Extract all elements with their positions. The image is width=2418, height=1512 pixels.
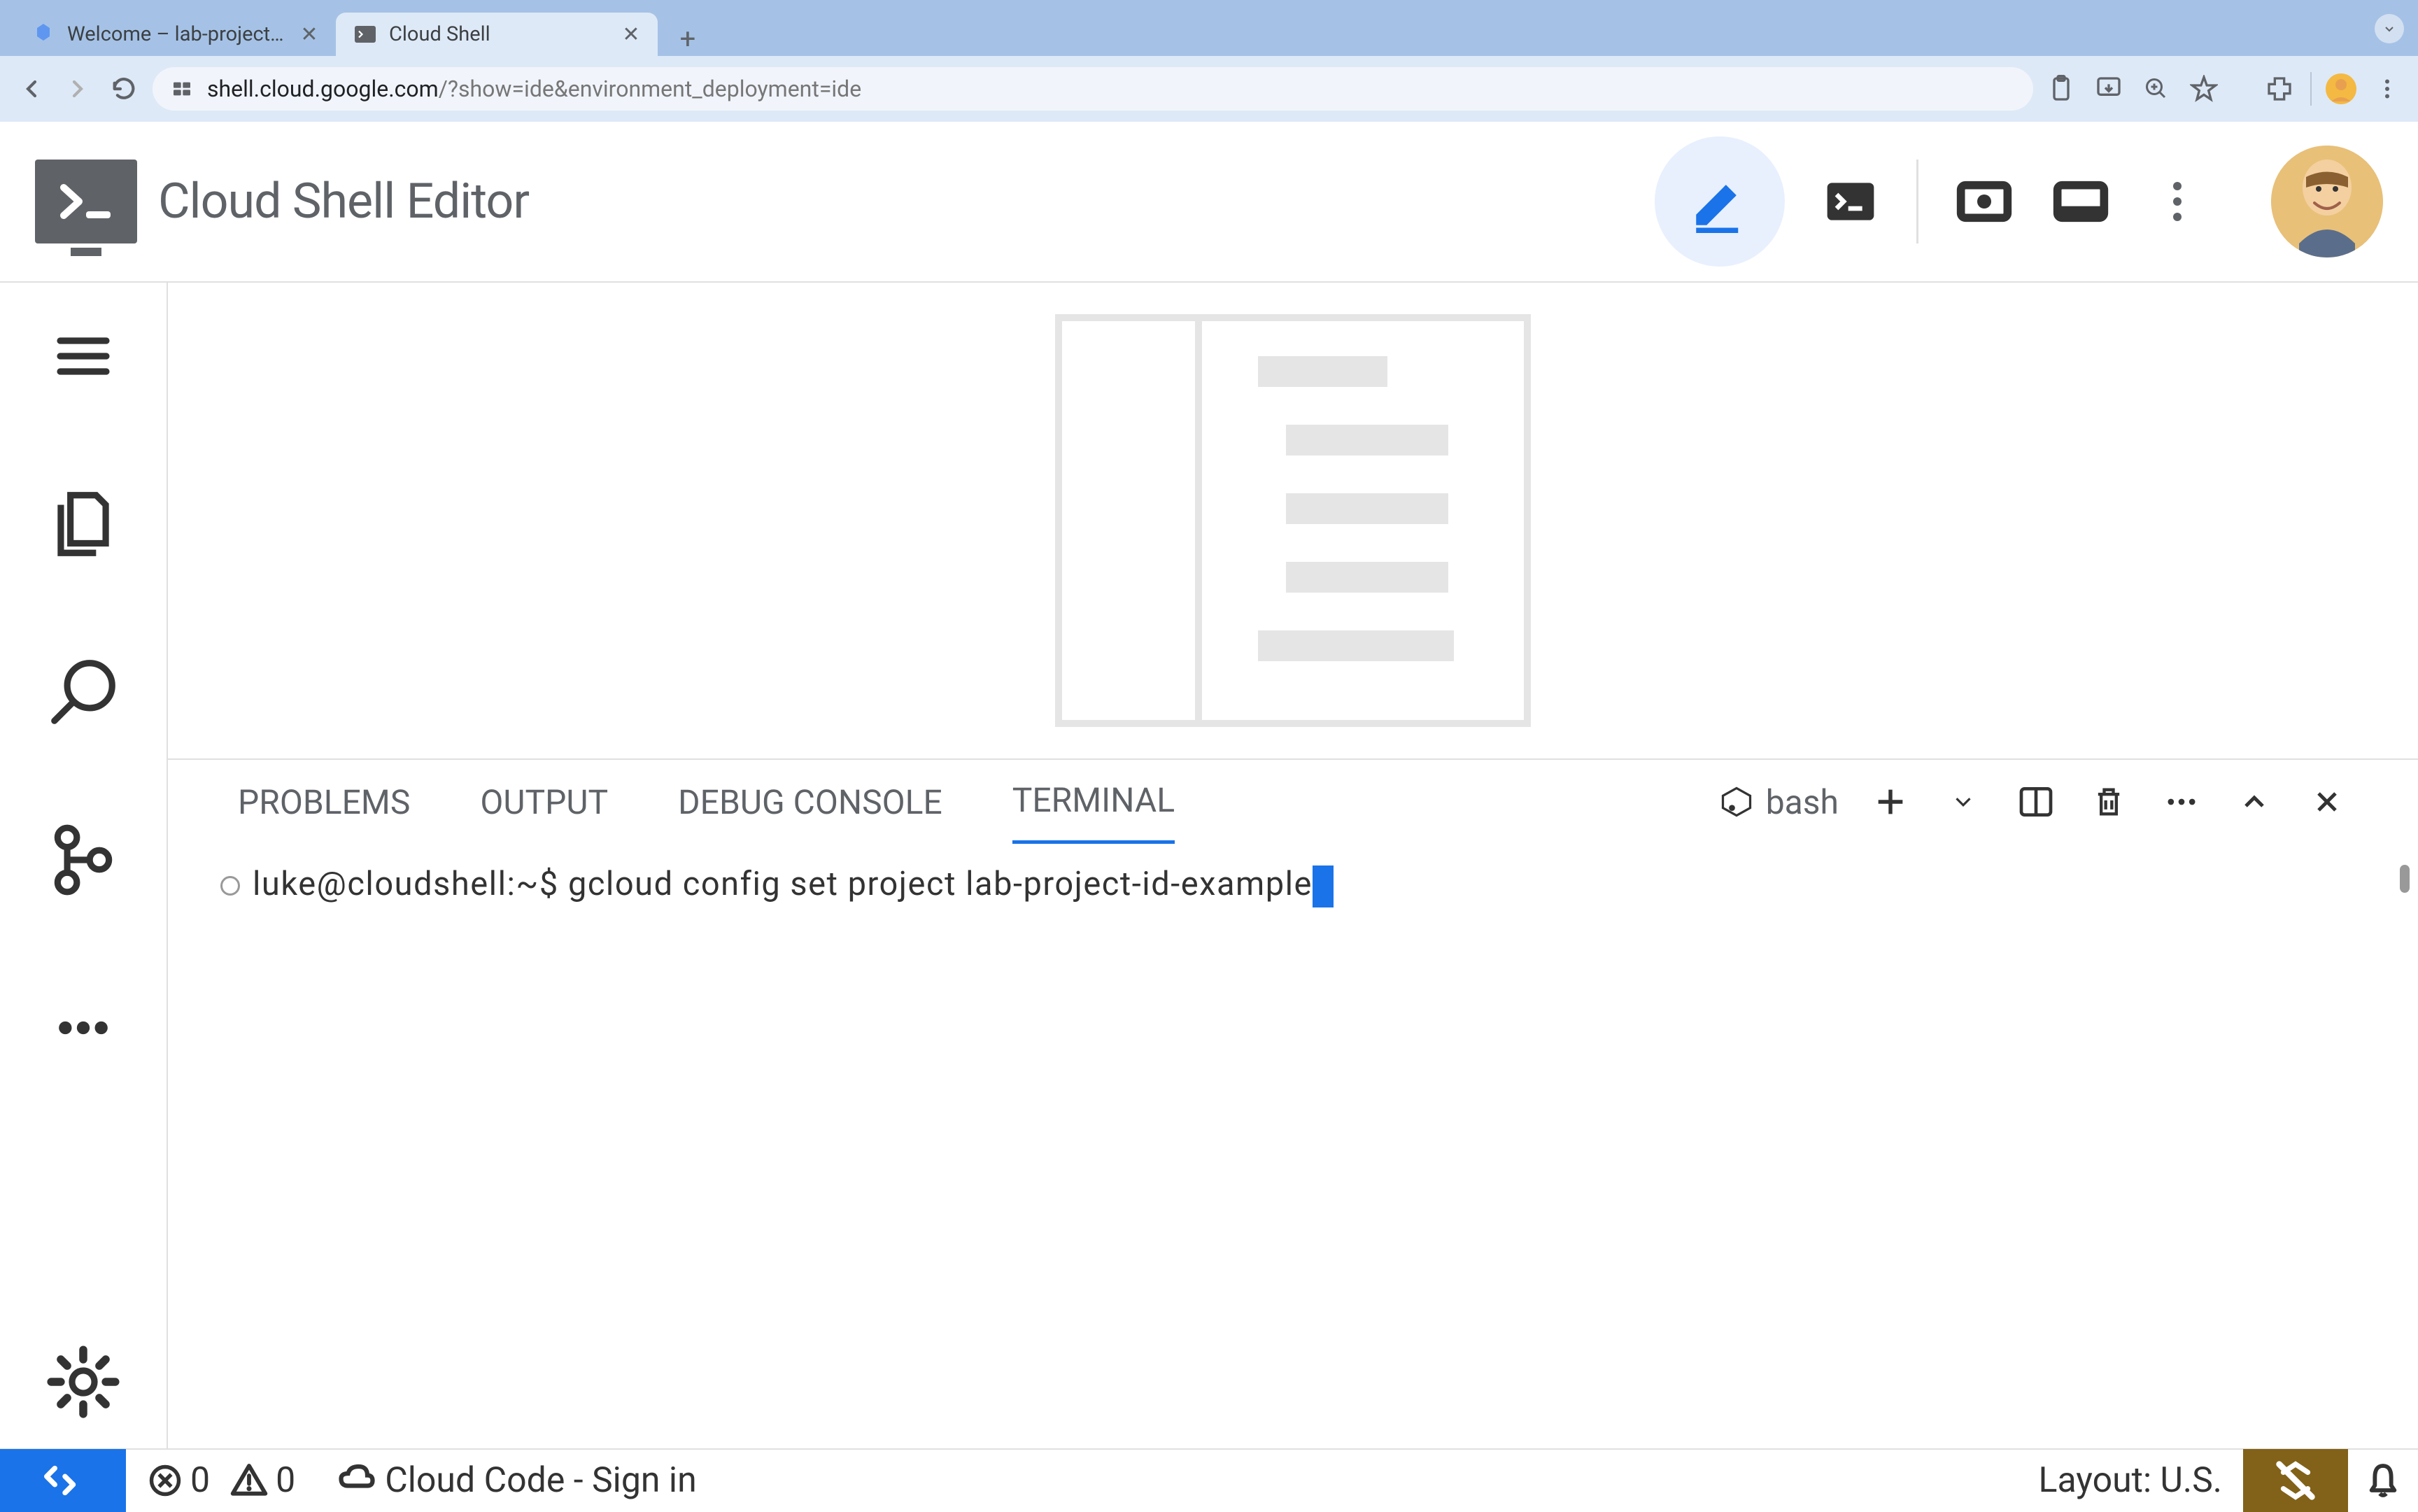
tab-debug-console[interactable]: DEBUG CONSOLE: [678, 760, 942, 844]
tab-problems[interactable]: PROBLEMS: [238, 760, 410, 844]
header-actions: [1655, 136, 2383, 267]
cloud-shell-header: Cloud Shell Editor: [0, 122, 2418, 283]
editor-area: PROBLEMS OUTPUT DEBUG CONSOLE TERMINAL b…: [0, 283, 2418, 1448]
explorer-icon[interactable]: [45, 486, 122, 563]
tab-title: Cloud Shell: [389, 22, 610, 46]
terminal-status-icon: [220, 876, 240, 896]
tab-welcome[interactable]: Welcome – lab-project-id-ex ✕: [14, 13, 336, 56]
sync-off-badge[interactable]: [2243, 1449, 2348, 1512]
terminal-body[interactable]: luke@cloudshell:~$ gcloud config set pro…: [168, 844, 2418, 1448]
browser-tab-bar: Welcome – lab-project-id-ex ✕ Cloud Shel…: [0, 0, 2418, 56]
status-items-right: Layout: U.S.: [2039, 1449, 2418, 1512]
cloud-shell-logo[interactable]: Cloud Shell Editor: [35, 160, 529, 243]
cloud-code-signin[interactable]: Cloud Code - Sign in: [336, 1460, 696, 1502]
google-cloud-favicon: [31, 22, 56, 47]
more-sidebar-icon[interactable]: [45, 989, 122, 1066]
profile-avatar-large[interactable]: [2271, 146, 2383, 257]
terminal-dropdown-icon[interactable]: [1942, 781, 1984, 823]
terminal-cursor: [1313, 865, 1334, 907]
shell-type-label[interactable]: bash: [1718, 782, 1839, 822]
status-bar: 0 0 Cloud Code - Sign in Layout: U.S.: [0, 1448, 2418, 1511]
split-terminal-icon[interactable]: [2015, 781, 2057, 823]
editor-placeholder: [168, 283, 2418, 758]
address-bar-actions: [2044, 72, 2404, 106]
reload-button[interactable]: [106, 71, 141, 106]
url-input[interactable]: shell.cloud.google.com/?show=ide&environ…: [153, 67, 2033, 111]
delete-terminal-icon[interactable]: [2088, 781, 2130, 823]
close-panel-icon[interactable]: [2306, 781, 2348, 823]
notification-bell-icon[interactable]: [2348, 1449, 2418, 1512]
terminal-logo-icon: [35, 160, 137, 243]
site-info-icon[interactable]: [169, 76, 195, 101]
new-terminal-icon[interactable]: [1869, 781, 1911, 823]
zoom-icon[interactable]: [2140, 72, 2173, 106]
warnings-count[interactable]: 0: [229, 1460, 295, 1501]
clipboard-icon[interactable]: [2044, 72, 2078, 106]
more-menu-button[interactable]: [2147, 171, 2208, 232]
remote-indicator[interactable]: [0, 1449, 126, 1512]
install-icon[interactable]: [2092, 72, 2126, 106]
source-control-icon[interactable]: [45, 821, 122, 898]
chrome-menu-icon[interactable]: [2370, 72, 2404, 106]
scrollbar[interactable]: [2400, 865, 2410, 893]
cloud-shell-favicon: [353, 22, 378, 47]
browser-address-bar: shell.cloud.google.com/?show=ide&environ…: [0, 56, 2418, 122]
tab-cloud-shell[interactable]: Cloud Shell ✕: [336, 13, 658, 56]
maximize-panel-icon[interactable]: [2233, 781, 2275, 823]
back-button[interactable]: [14, 71, 49, 106]
terminal-panel: PROBLEMS OUTPUT DEBUG CONSOLE TERMINAL b…: [168, 758, 2418, 1448]
search-icon[interactable]: [45, 653, 122, 730]
document-placeholder-icon: [1055, 314, 1531, 727]
more-dots-icon: [2173, 182, 2182, 221]
activity-bar: [0, 283, 168, 1448]
terminal-button[interactable]: [1820, 171, 1881, 232]
terminal-line: luke@cloudshell:~$ gcloud config set pro…: [220, 865, 2366, 907]
editor-content: PROBLEMS OUTPUT DEBUG CONSOLE TERMINAL b…: [168, 283, 2418, 1448]
terminal-tabs: PROBLEMS OUTPUT DEBUG CONSOLE TERMINAL b…: [168, 760, 2418, 844]
url-text: shell.cloud.google.com/?show=ide&environ…: [207, 76, 2016, 102]
tab-terminal[interactable]: TERMINAL: [1012, 760, 1175, 844]
tab-close-icon[interactable]: ✕: [621, 24, 641, 44]
editor-button[interactable]: [1655, 136, 1785, 267]
preview-button[interactable]: [1953, 171, 2015, 232]
tab-close-icon[interactable]: ✕: [299, 24, 319, 44]
extensions-icon[interactable]: [2263, 72, 2296, 106]
bookmark-star-icon[interactable]: [2187, 72, 2221, 106]
menu-icon[interactable]: [45, 318, 122, 395]
tab-output[interactable]: OUTPUT: [480, 760, 608, 844]
window-button[interactable]: [2050, 171, 2112, 232]
terminal-text: luke@cloudshell:~$ gcloud config set pro…: [253, 865, 1334, 907]
status-items-left: 0 0 Cloud Code - Sign in: [126, 1460, 697, 1502]
profile-avatar[interactable]: [2326, 73, 2356, 104]
divider: [2310, 72, 2312, 106]
settings-gear-icon[interactable]: [45, 1343, 122, 1420]
more-actions-icon[interactable]: [2161, 781, 2203, 823]
divider: [1916, 160, 1918, 243]
forward-button[interactable]: [60, 71, 95, 106]
keyboard-layout[interactable]: Layout: U.S.: [2039, 1460, 2243, 1501]
errors-count[interactable]: 0: [147, 1460, 210, 1501]
terminal-actions: bash: [1718, 781, 2348, 823]
tabs-dropdown-icon[interactable]: [2375, 14, 2404, 43]
tab-title: Welcome – lab-project-id-ex: [67, 22, 288, 46]
header-title: Cloud Shell Editor: [158, 173, 529, 230]
new-tab-button[interactable]: +: [670, 21, 705, 56]
